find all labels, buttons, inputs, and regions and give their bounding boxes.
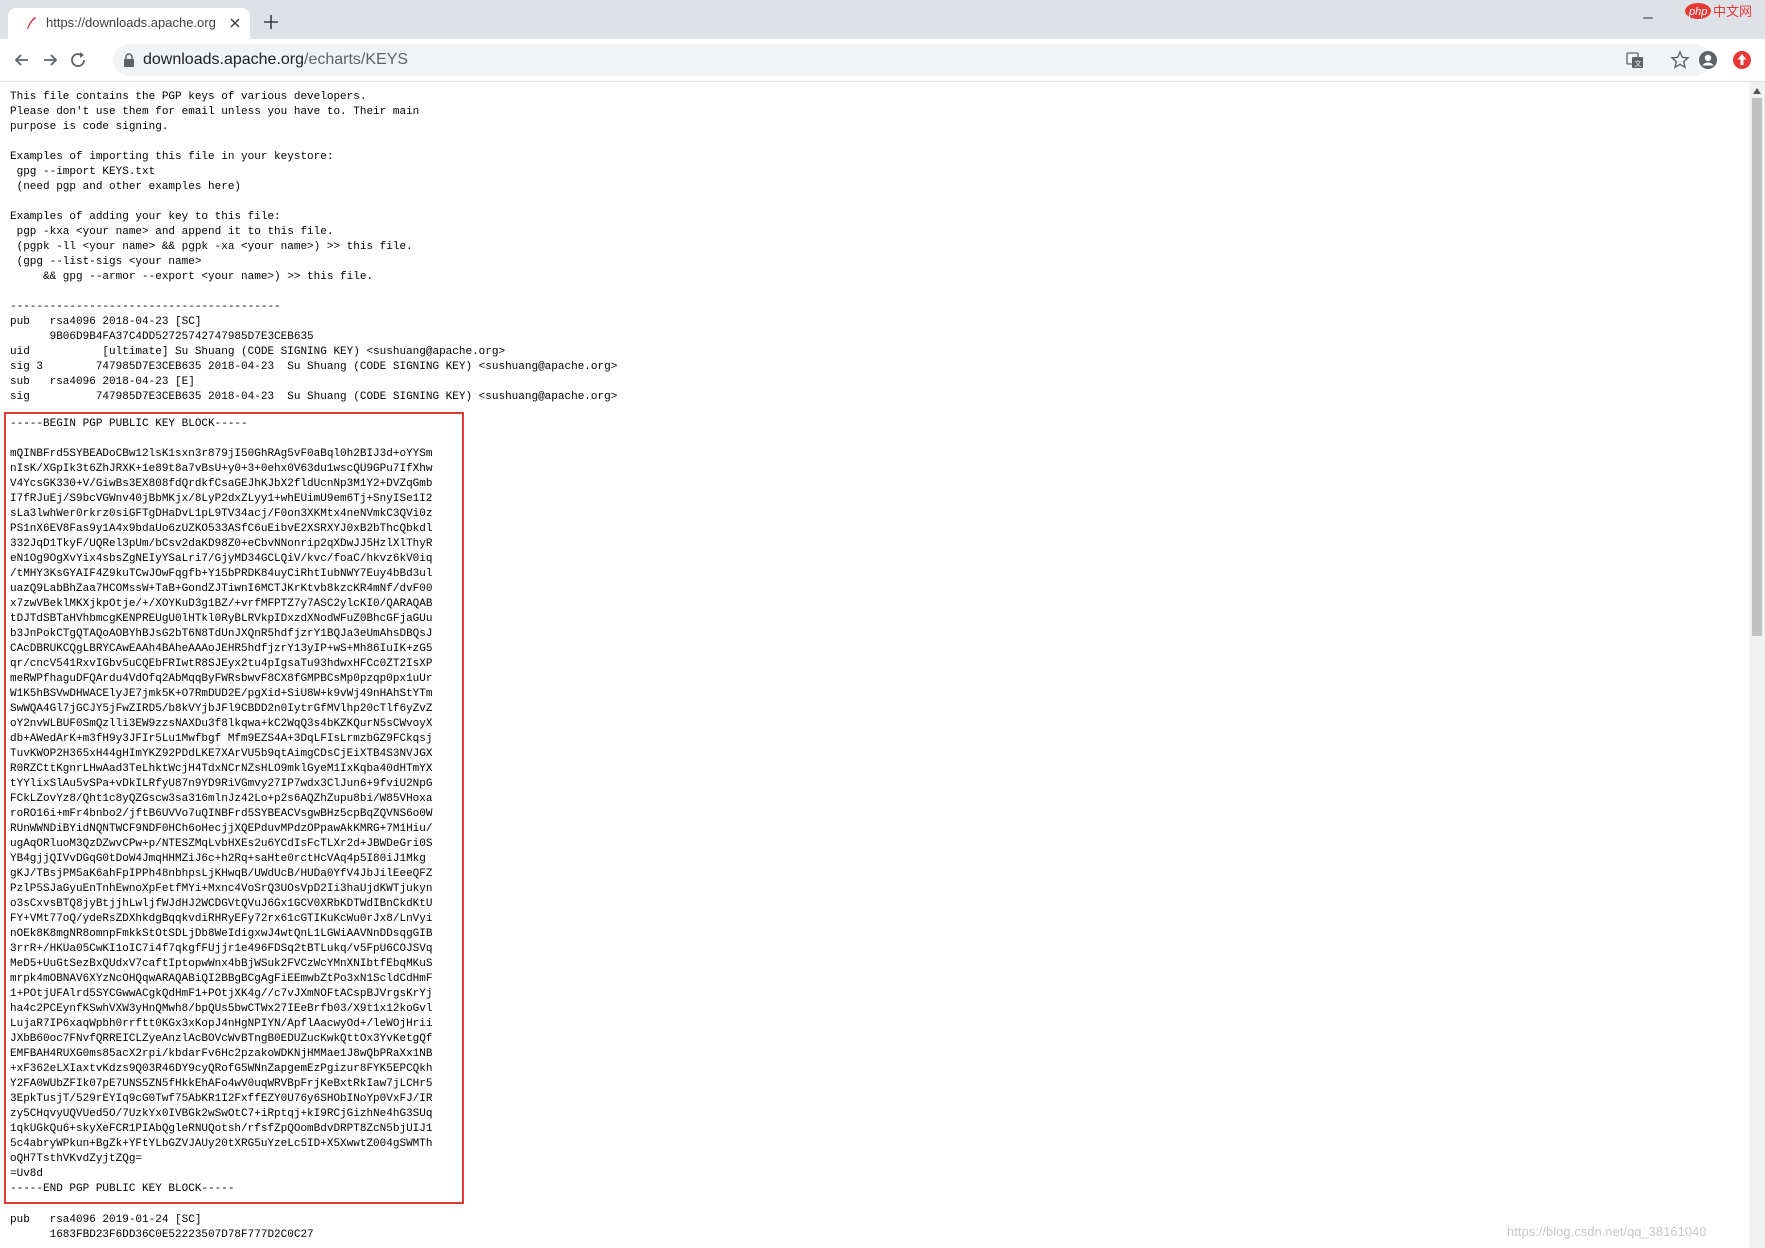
scrollbar-thumb[interactable] xyxy=(1752,98,1762,636)
highlight-box xyxy=(4,412,464,1204)
tab-bar: https://downloads.apache.org php 中文网 xyxy=(0,0,1765,39)
translate-icon[interactable]: 文 xyxy=(1626,51,1644,69)
next-key-entry: pub rsa4096 2019-01-24 [SC] 1683FBD23F6D… xyxy=(10,1214,314,1241)
forward-arrow-icon[interactable] xyxy=(40,50,60,70)
php-cn-watermark-logo: php 中文网 xyxy=(1685,3,1752,20)
svg-text:中文网: 中文网 xyxy=(1713,5,1752,20)
navigation-toolbar: downloads.apache.org/echarts/KEYS 文 xyxy=(0,39,1765,82)
star-icon[interactable] xyxy=(1670,50,1690,70)
url-text[interactable]: downloads.apache.org/echarts/KEYS xyxy=(143,51,408,69)
page-content: This file contains the PGP keys of vario… xyxy=(0,82,1749,1248)
address-bar[interactable]: downloads.apache.org/echarts/KEYS 文 xyxy=(113,44,1711,76)
url-host: downloads.apache.org xyxy=(143,51,305,68)
svg-text:文: 文 xyxy=(1635,59,1642,68)
profile-icon[interactable] xyxy=(1698,50,1718,70)
minimize-icon[interactable] xyxy=(1640,10,1656,26)
csdn-watermark: https://blog.csdn.net/qq_38161040 xyxy=(1507,1224,1707,1239)
plus-icon[interactable] xyxy=(262,13,280,31)
close-icon[interactable] xyxy=(228,16,242,30)
svg-text:php: php xyxy=(1688,6,1707,18)
keys-file-header-text: This file contains the PGP keys of vario… xyxy=(10,91,618,403)
vertical-scrollbar[interactable] xyxy=(1749,82,1765,1248)
scroll-up-arrow-icon[interactable] xyxy=(1753,88,1761,94)
apache-feather-favicon xyxy=(27,17,36,29)
back-arrow-icon[interactable] xyxy=(12,50,32,70)
lock-icon[interactable] xyxy=(123,53,135,67)
tab-title: https://downloads.apache.org xyxy=(46,15,216,30)
extension-icon[interactable] xyxy=(1732,50,1752,70)
browser-tab[interactable]: https://downloads.apache.org xyxy=(8,8,250,39)
reload-icon[interactable] xyxy=(68,50,88,70)
url-path: /echarts/KEYS xyxy=(304,51,409,68)
